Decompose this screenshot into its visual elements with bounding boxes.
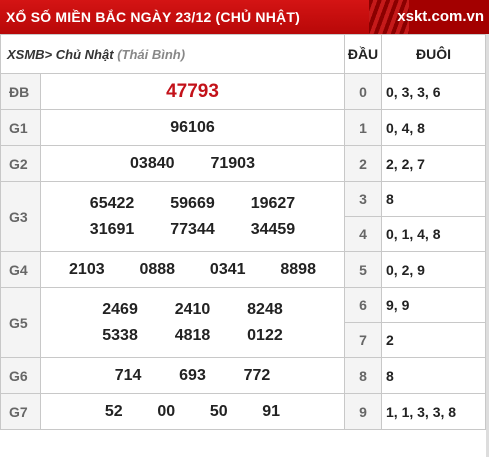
dau-digit: 1: [344, 109, 382, 146]
results-panel: XSMB> Chủ Nhật (Thái Bình) ĐB 47793 G1 9…: [0, 34, 489, 457]
duoi-digits: 0, 2, 9: [381, 251, 486, 288]
dau-digit: 7: [344, 322, 382, 358]
prize-numbers: 2103 0888 0341 8898: [40, 251, 345, 288]
duoi-digits: 8: [381, 181, 486, 217]
prize-row-g6: G6 714 693 772: [0, 357, 345, 394]
dau-column-header: ĐẦU: [344, 34, 382, 74]
site-brand-label: xskt.com.vn: [397, 8, 484, 25]
prize-label: G7: [0, 393, 41, 430]
prize-number: 59669: [170, 194, 215, 212]
loto-head-tail-table: ĐẦU ĐUÔI 0 0, 3, 3, 6 1 0, 4, 8 2 2, 2, …: [344, 34, 486, 430]
prize-number: 0122: [247, 326, 283, 344]
duoi-digits: 2, 2, 7: [381, 145, 486, 182]
prize-numbers: 52 00 50 91: [40, 393, 345, 430]
prize-numbers: 65422 59669 19627 31691 77344 34459: [40, 181, 345, 252]
prize-label: G1: [0, 109, 41, 146]
loto-row: 1 0, 4, 8: [344, 109, 486, 146]
dau-digit: 3: [344, 181, 382, 217]
duoi-digits: 0, 3, 3, 6: [381, 73, 486, 110]
prize-numbers: 2469 2410 8248 5338 4818 0122: [40, 287, 345, 358]
table-header-cell: XSMB> Chủ Nhật (Thái Bình): [0, 34, 345, 74]
prize-label: G5: [0, 287, 41, 358]
prize-number: 52: [104, 402, 123, 420]
duoi-digits: 0, 1, 4, 8: [381, 216, 486, 252]
prize-row-g3: G3 65422 59669 19627 31691 77344 34459: [0, 181, 345, 252]
day-link[interactable]: Chủ Nhật: [56, 47, 114, 62]
page-header: XỔ SỐ MIỀN BẮC NGÀY 23/12 (CHỦ NHẬT) xsk…: [0, 0, 489, 34]
prize-label: ĐB: [0, 73, 41, 110]
prize-row-g1: G1 96106: [0, 109, 345, 146]
prize-number: 96106: [170, 118, 215, 136]
dau-digit: 8: [344, 357, 382, 394]
prize-number: 8248: [247, 300, 283, 318]
prize-number: 772: [243, 366, 271, 384]
duoi-digits: 9, 9: [381, 287, 486, 323]
prize-row-g7: G7 52 00 50 91: [0, 393, 345, 430]
prize-number: 77344: [170, 220, 215, 238]
prize-numbers: 714 693 772: [40, 357, 345, 394]
loto-row: 0 0, 3, 3, 6: [344, 73, 486, 110]
dau-digit: 0: [344, 73, 382, 110]
prize-numbers: 47793: [40, 73, 345, 110]
prize-number: 693: [179, 366, 206, 384]
region-link[interactable]: XSMB>: [7, 47, 52, 62]
prize-number: 5338: [102, 326, 138, 344]
prize-number: 2103: [69, 260, 105, 278]
prize-number: 91: [262, 402, 281, 420]
prize-label: G4: [0, 251, 41, 288]
prize-number: 03840: [130, 154, 175, 172]
dau-digit: 9: [344, 393, 382, 430]
prize-number: 19627: [250, 194, 296, 212]
prize-label: G6: [0, 357, 41, 394]
duoi-column-header: ĐUÔI: [381, 34, 486, 74]
prize-number: 0341: [209, 260, 246, 278]
prize-number: 31691: [89, 220, 135, 238]
dau-digit: 5: [344, 251, 382, 288]
loto-row: 8 8: [344, 357, 486, 394]
loto-row: 7 2: [344, 322, 486, 358]
duoi-digits: 0, 4, 8: [381, 109, 486, 146]
prize-number: 2410: [174, 300, 211, 318]
loto-row: 5 0, 2, 9: [344, 251, 486, 288]
prize-number: 71903: [210, 154, 255, 172]
duoi-digits: 2: [381, 322, 486, 358]
dau-digit: 4: [344, 216, 382, 252]
loto-row: 9 1, 1, 3, 3, 8: [344, 393, 486, 430]
loto-row: 6 9, 9: [344, 287, 486, 323]
prize-row-g2: G2 03840 71903: [0, 145, 345, 182]
prize-numbers: 96106: [40, 109, 345, 146]
page-title: XỔ SỐ MIỀN BẮC NGÀY 23/12 (CHỦ NHẬT): [6, 9, 300, 25]
prize-number: 00: [157, 402, 176, 420]
loto-row: 2 2, 2, 7: [344, 145, 486, 182]
prize-number: 4818: [174, 326, 211, 344]
loto-row: 3 8: [344, 181, 486, 217]
prize-number: 714: [114, 366, 142, 384]
prize-label: G2: [0, 145, 41, 182]
dau-digit: 6: [344, 287, 382, 323]
dau-digit: 2: [344, 145, 382, 182]
prize-table: XSMB> Chủ Nhật (Thái Bình) ĐB 47793 G1 9…: [0, 34, 345, 430]
prize-row-g5: G5 2469 2410 8248 5338 4818 0122: [0, 287, 345, 358]
prize-number: 2469: [102, 300, 138, 318]
prize-number: 8898: [280, 260, 316, 278]
duoi-digits: 8: [381, 357, 486, 394]
prize-number: 0888: [139, 260, 176, 278]
prize-row-db: ĐB 47793: [0, 73, 345, 110]
prize-row-g4: G4 2103 0888 0341 8898: [0, 251, 345, 288]
site-brand-link[interactable]: xskt.com.vn: [369, 0, 489, 34]
province-label: (Thái Bình): [117, 46, 186, 62]
special-prize-number: 47793: [166, 80, 219, 102]
prize-number: 50: [209, 402, 228, 420]
prize-number: 65422: [89, 194, 135, 212]
prize-numbers: 03840 71903: [40, 145, 345, 182]
loto-row: 4 0, 1, 4, 8: [344, 216, 486, 252]
prize-label: G3: [0, 181, 41, 252]
prize-number: 34459: [250, 220, 296, 238]
duoi-digits: 1, 1, 3, 3, 8: [381, 393, 486, 430]
